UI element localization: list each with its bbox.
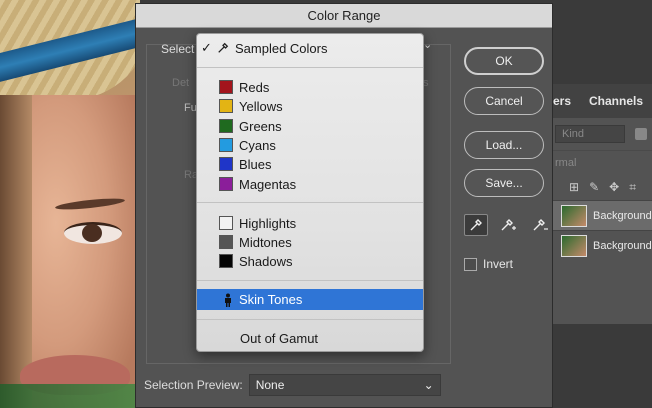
dialog-title: Color Range [307,8,381,23]
invert-checkbox[interactable] [464,257,477,271]
menu-item-reds[interactable]: Reds [197,77,423,97]
chevron-down-icon[interactable]: ⌄ [423,38,437,56]
menu-item-cyans[interactable]: Cyans [197,135,423,155]
menu-item-label: Reds [239,79,270,95]
screen: ers Channels Kind rmal ⊞ ✎ ✥ ⌗ Backgroun… [0,0,652,408]
menu-item-label: Magentas [239,176,297,192]
color-swatch [219,216,233,230]
eyedropper-icon[interactable] [464,214,488,236]
detect-faces-label: Det [172,77,190,89]
menu-item-out-of-gamut[interactable]: Out of Gamut [197,328,423,348]
color-swatch [219,235,233,249]
menu-item-label: Highlights [239,215,297,231]
color-swatch [219,254,233,268]
layer-kind-filter[interactable]: Kind [555,125,625,143]
ok-button[interactable]: OK [464,47,544,75]
menu-item-highlights[interactable]: Highlights [197,213,423,233]
menu-item-label: Yellows [239,98,283,114]
menu-separator [197,67,423,68]
move-icon[interactable]: ✥ [609,180,619,194]
hair-shape [0,95,32,408]
canvas-photo [0,0,140,408]
layer-name: Background [593,239,652,252]
artboard-icon[interactable]: ⌗ [629,180,636,195]
layer-filter-row: Kind [549,118,652,150]
layer-row[interactable]: Background [549,200,652,230]
menu-separator [197,280,423,281]
menu-item-label: Out of Gamut [240,330,319,346]
person-icon [221,293,235,307]
dialog-titlebar: Color Range [136,4,552,28]
fuzziness-label: Fu [184,102,197,114]
menu-item-sampled-colors[interactable]: ✓ Sampled Colors [197,38,423,58]
canvas-bottom-edge [0,384,140,408]
menu-item-greens[interactable]: Greens [197,116,423,136]
menu-separator [197,202,423,203]
menu-item-label: Skin Tones [239,292,303,307]
color-swatch [219,99,233,113]
color-swatch [219,177,233,191]
select-dropdown-menu: ✓ Sampled Colors Reds Yellows Greens Cya… [196,33,424,352]
eyedropper-plus-icon[interactable] [496,214,520,236]
eyedropper-minus-icon[interactable] [528,214,552,236]
menu-item-skin-tones[interactable]: Skin Tones [197,289,423,310]
chevron-down-icon: ⌄ [423,378,434,392]
tab-channels[interactable]: Channels [579,94,643,108]
eyedropper-tools [464,214,552,236]
color-swatch [219,157,233,171]
color-swatch [219,80,233,94]
selection-preview-value: None [255,378,285,392]
menu-item-label: Blues [239,156,272,172]
lock-row: ⊞ ✎ ✥ ⌗ [549,174,652,200]
layers-panel: ers Channels Kind rmal ⊞ ✎ ✥ ⌗ Backgroun… [548,84,652,324]
menu-item-label: Cyans [239,137,276,153]
image-filter-icon[interactable] [635,128,647,140]
load-button[interactable]: Load... [464,131,544,159]
cancel-button[interactable]: Cancel [464,87,544,115]
eyedropper-icon [217,42,229,54]
menu-item-label: Sampled Colors [235,40,328,56]
brush-icon[interactable]: ✎ [589,180,599,194]
select-label: Select [161,42,195,56]
menu-item-yellows[interactable]: Yellows [197,96,423,116]
menu-item-blues[interactable]: Blues [197,154,423,174]
blend-mode-select[interactable]: rmal [549,150,652,174]
layer-row[interactable]: Background [549,230,652,260]
layer-thumbnail [561,234,587,257]
menu-item-label: Midtones [239,234,292,250]
color-swatch [219,138,233,152]
layer-thumbnail [561,204,587,227]
selection-preview-label: Selection Preview: [144,378,243,392]
menu-item-midtones[interactable]: Midtones [197,232,423,252]
tab-layers[interactable]: ers [549,94,579,108]
menu-item-shadows[interactable]: Shadows [197,251,423,271]
menu-item-magentas[interactable]: Magentas [197,174,423,194]
color-swatch [219,119,233,133]
save-button[interactable]: Save... [464,169,544,197]
checkmark-icon: ✓ [201,40,212,55]
selection-preview-row: Selection Preview: None ⌄ [144,374,441,396]
menu-item-label: Greens [239,118,282,134]
menu-separator [197,319,423,320]
menu-item-label: Shadows [239,253,293,269]
selection-preview-select[interactable]: None ⌄ [248,374,441,396]
invert-label: Invert [483,257,514,271]
lock-pixels-icon[interactable]: ⊞ [569,180,579,194]
layers-panel-tabs: ers Channels [549,84,652,118]
invert-option[interactable]: Invert [464,257,513,271]
iris-shape [82,224,102,242]
layer-name: Background [593,209,652,222]
